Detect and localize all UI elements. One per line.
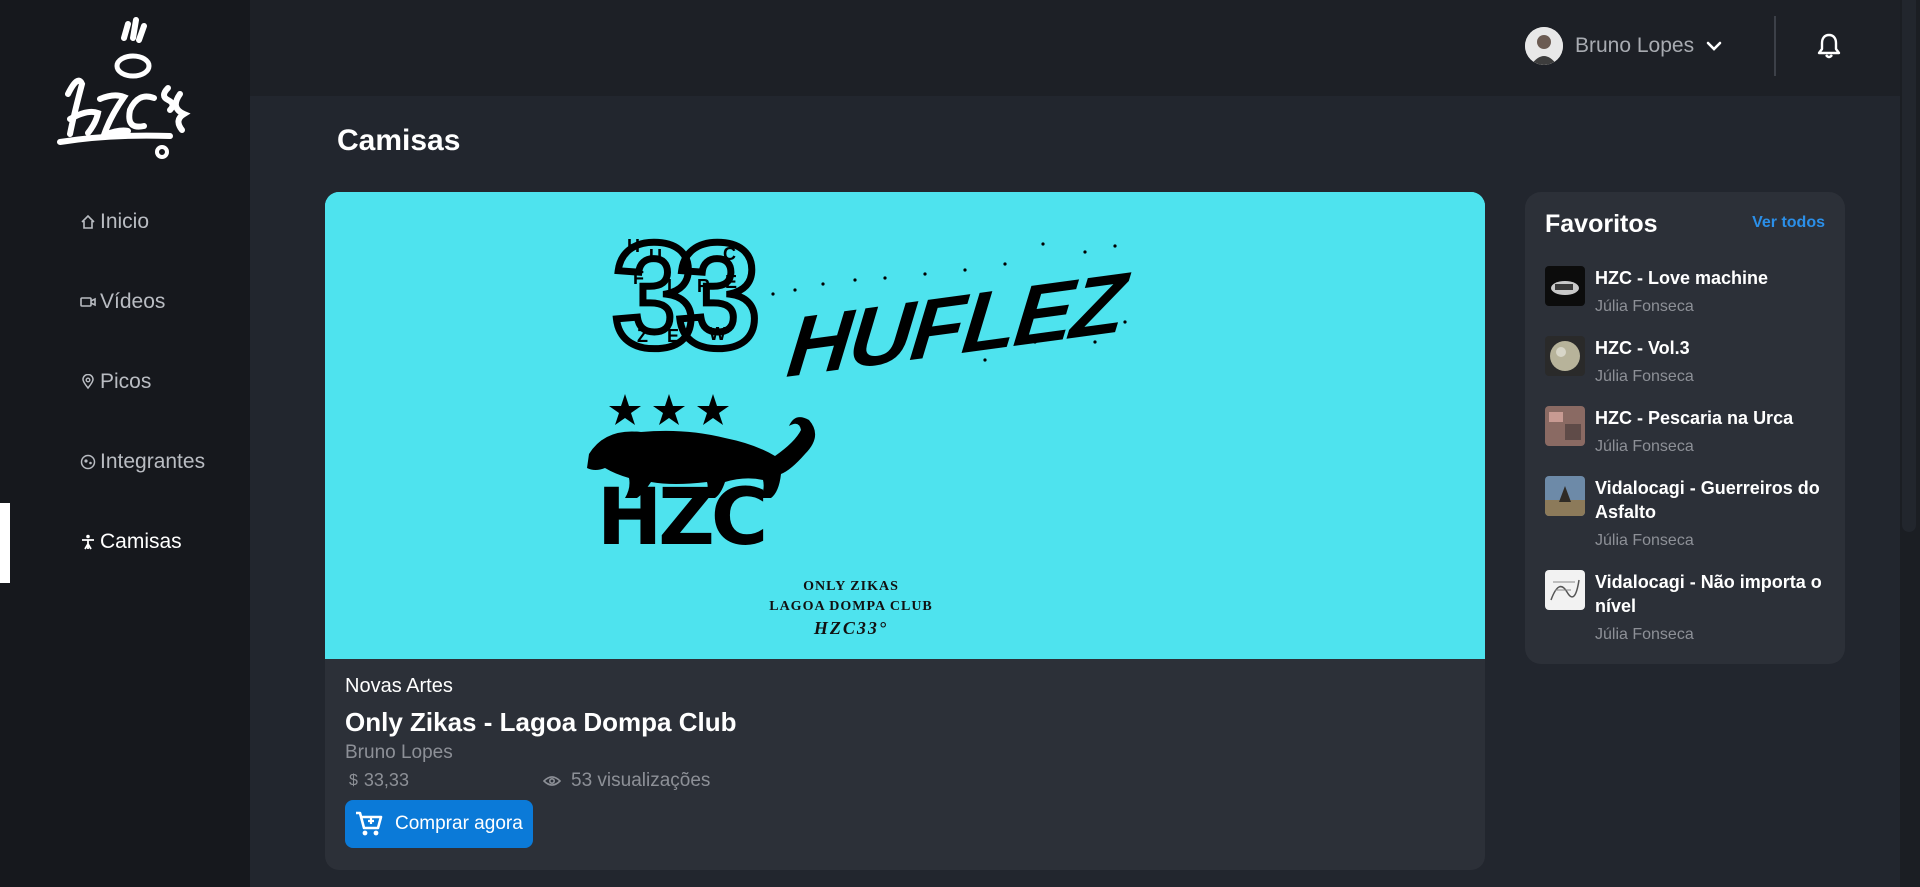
favorite-artist: Júlia Fonseca: [1595, 438, 1694, 455]
price-value: 33,33: [363, 770, 409, 790]
svg-text:L: L: [667, 276, 678, 296]
scrollbar-thumb[interactable]: [1902, 0, 1916, 532]
product-price: $ 33,33: [349, 770, 409, 791]
product-author: Bruno Lopes: [345, 742, 453, 763]
product-card[interactable]: 33 HUC FLRE ZEW HUFLEZ HZC ONLY ZIKAS LA…: [325, 192, 1485, 870]
favorite-name: Vidalocagi - Guerreiros do Asfalto: [1595, 478, 1820, 522]
svg-text:R: R: [697, 276, 710, 296]
sidebar-item-label: Integrantes: [100, 450, 206, 473]
header-divider: [1774, 16, 1776, 76]
product-views: 53 visualizações: [543, 770, 710, 792]
buy-now-label: Comprar agora: [395, 813, 523, 834]
svg-text:C: C: [723, 244, 736, 264]
favorite-name: HZC - Love machine: [1595, 268, 1769, 288]
svg-text:F: F: [633, 268, 644, 288]
favorite-artist: Júlia Fonseca: [1595, 532, 1694, 549]
sidebar-item-picos[interactable]: Picos: [80, 362, 151, 402]
badge-33-graphic: 33 HUC FLRE ZEW: [610, 208, 778, 383]
favorite-thumbnail: [1545, 266, 1585, 306]
user-menu[interactable]: Bruno Lopes: [1525, 26, 1722, 66]
product-image[interactable]: 33 HUC FLRE ZEW HUFLEZ HZC ONLY ZIKAS LA…: [325, 192, 1485, 659]
cart-icon: [355, 811, 383, 837]
favorite-item[interactable]: HZC - Vol.3 Júlia Fonseca: [1545, 336, 1835, 392]
svg-text:H: H: [627, 236, 640, 256]
product-title: Only Zikas - Lagoa Dompa Club: [345, 707, 737, 737]
favorites-panel: Favoritos Ver todos HZC - Love machine J…: [1525, 192, 1845, 664]
favorite-name: Vidalocagi - Não importa o nível: [1595, 572, 1822, 616]
favorite-item[interactable]: Vidalocagi - Guerreiros do Asfalto Júlia…: [1545, 476, 1835, 556]
favorite-thumbnail: [1545, 406, 1585, 446]
svg-text:HZC: HZC: [597, 473, 764, 563]
views-count: 53 visualizações: [571, 770, 711, 791]
svg-text:LAGOA DOMPA CLUB: LAGOA DOMPA CLUB: [769, 599, 933, 614]
favorite-artist: Júlia Fonseca: [1595, 368, 1694, 385]
avatar: [1525, 27, 1563, 65]
hzc-logo[interactable]: [50, 14, 200, 164]
sidebar-item-videos[interactable]: Vídeos: [80, 282, 165, 322]
user-name: Bruno Lopes: [1575, 34, 1695, 57]
svg-text:U: U: [649, 246, 662, 266]
favorite-name: HZC - Vol.3: [1595, 338, 1690, 358]
eye-icon: [543, 776, 561, 786]
dollar-icon: $: [349, 771, 358, 789]
sidebar-item-label: Vídeos: [100, 290, 166, 313]
svg-text:Z: Z: [637, 326, 648, 346]
product-category: Novas Artes: [345, 675, 453, 697]
favorite-item[interactable]: HZC - Love machine Júlia Fonseca: [1545, 266, 1835, 322]
favorites-title: Favoritos: [1545, 210, 1658, 238]
svg-text:ONLY ZIKAS: ONLY ZIKAS: [803, 579, 899, 594]
video-icon: [80, 293, 98, 311]
sidebar-item-integrantes[interactable]: Integrantes: [80, 442, 205, 482]
favorite-artist: Júlia Fonseca: [1595, 626, 1694, 643]
active-indicator: [0, 503, 10, 583]
home-icon: [80, 213, 98, 231]
sidebar-item-label: Picos: [100, 370, 152, 393]
see-all-link[interactable]: Ver todos: [1752, 214, 1825, 232]
sidebar-item-camisas[interactable]: Camisas: [80, 522, 182, 562]
svg-text:HZC33°: HZC33°: [813, 618, 888, 638]
favorite-name: HZC - Pescaria na Urca: [1595, 408, 1794, 428]
sidebar: Inicio Vídeos Picos Integrantes Camisas: [0, 0, 250, 887]
sidebar-item-label: Camisas: [100, 530, 182, 553]
chevron-down-icon[interactable]: [1706, 41, 1722, 51]
favorite-thumbnail: [1545, 476, 1585, 516]
location-pin-icon: [80, 373, 98, 391]
favorite-artist: Júlia Fonseca: [1595, 298, 1694, 315]
favorite-thumbnail: [1545, 570, 1585, 610]
page-title: Camisas: [337, 124, 461, 157]
sidebar-item-label: Inicio: [100, 210, 150, 233]
bell-icon[interactable]: [1816, 32, 1842, 60]
buy-now-button[interactable]: Comprar agora: [345, 800, 533, 848]
favorite-item[interactable]: Vidalocagi - Não importa o nível Júlia F…: [1545, 570, 1835, 650]
shirt-person-icon: [80, 533, 98, 551]
svg-text:E: E: [725, 272, 737, 292]
people-icon: [80, 453, 98, 471]
svg-text:E: E: [667, 326, 679, 346]
svg-text:W: W: [709, 324, 726, 344]
favorite-thumbnail: [1545, 336, 1585, 376]
favorite-item[interactable]: HZC - Pescaria na Urca Júlia Fonseca: [1545, 406, 1835, 462]
sidebar-item-inicio[interactable]: Inicio: [80, 202, 149, 242]
